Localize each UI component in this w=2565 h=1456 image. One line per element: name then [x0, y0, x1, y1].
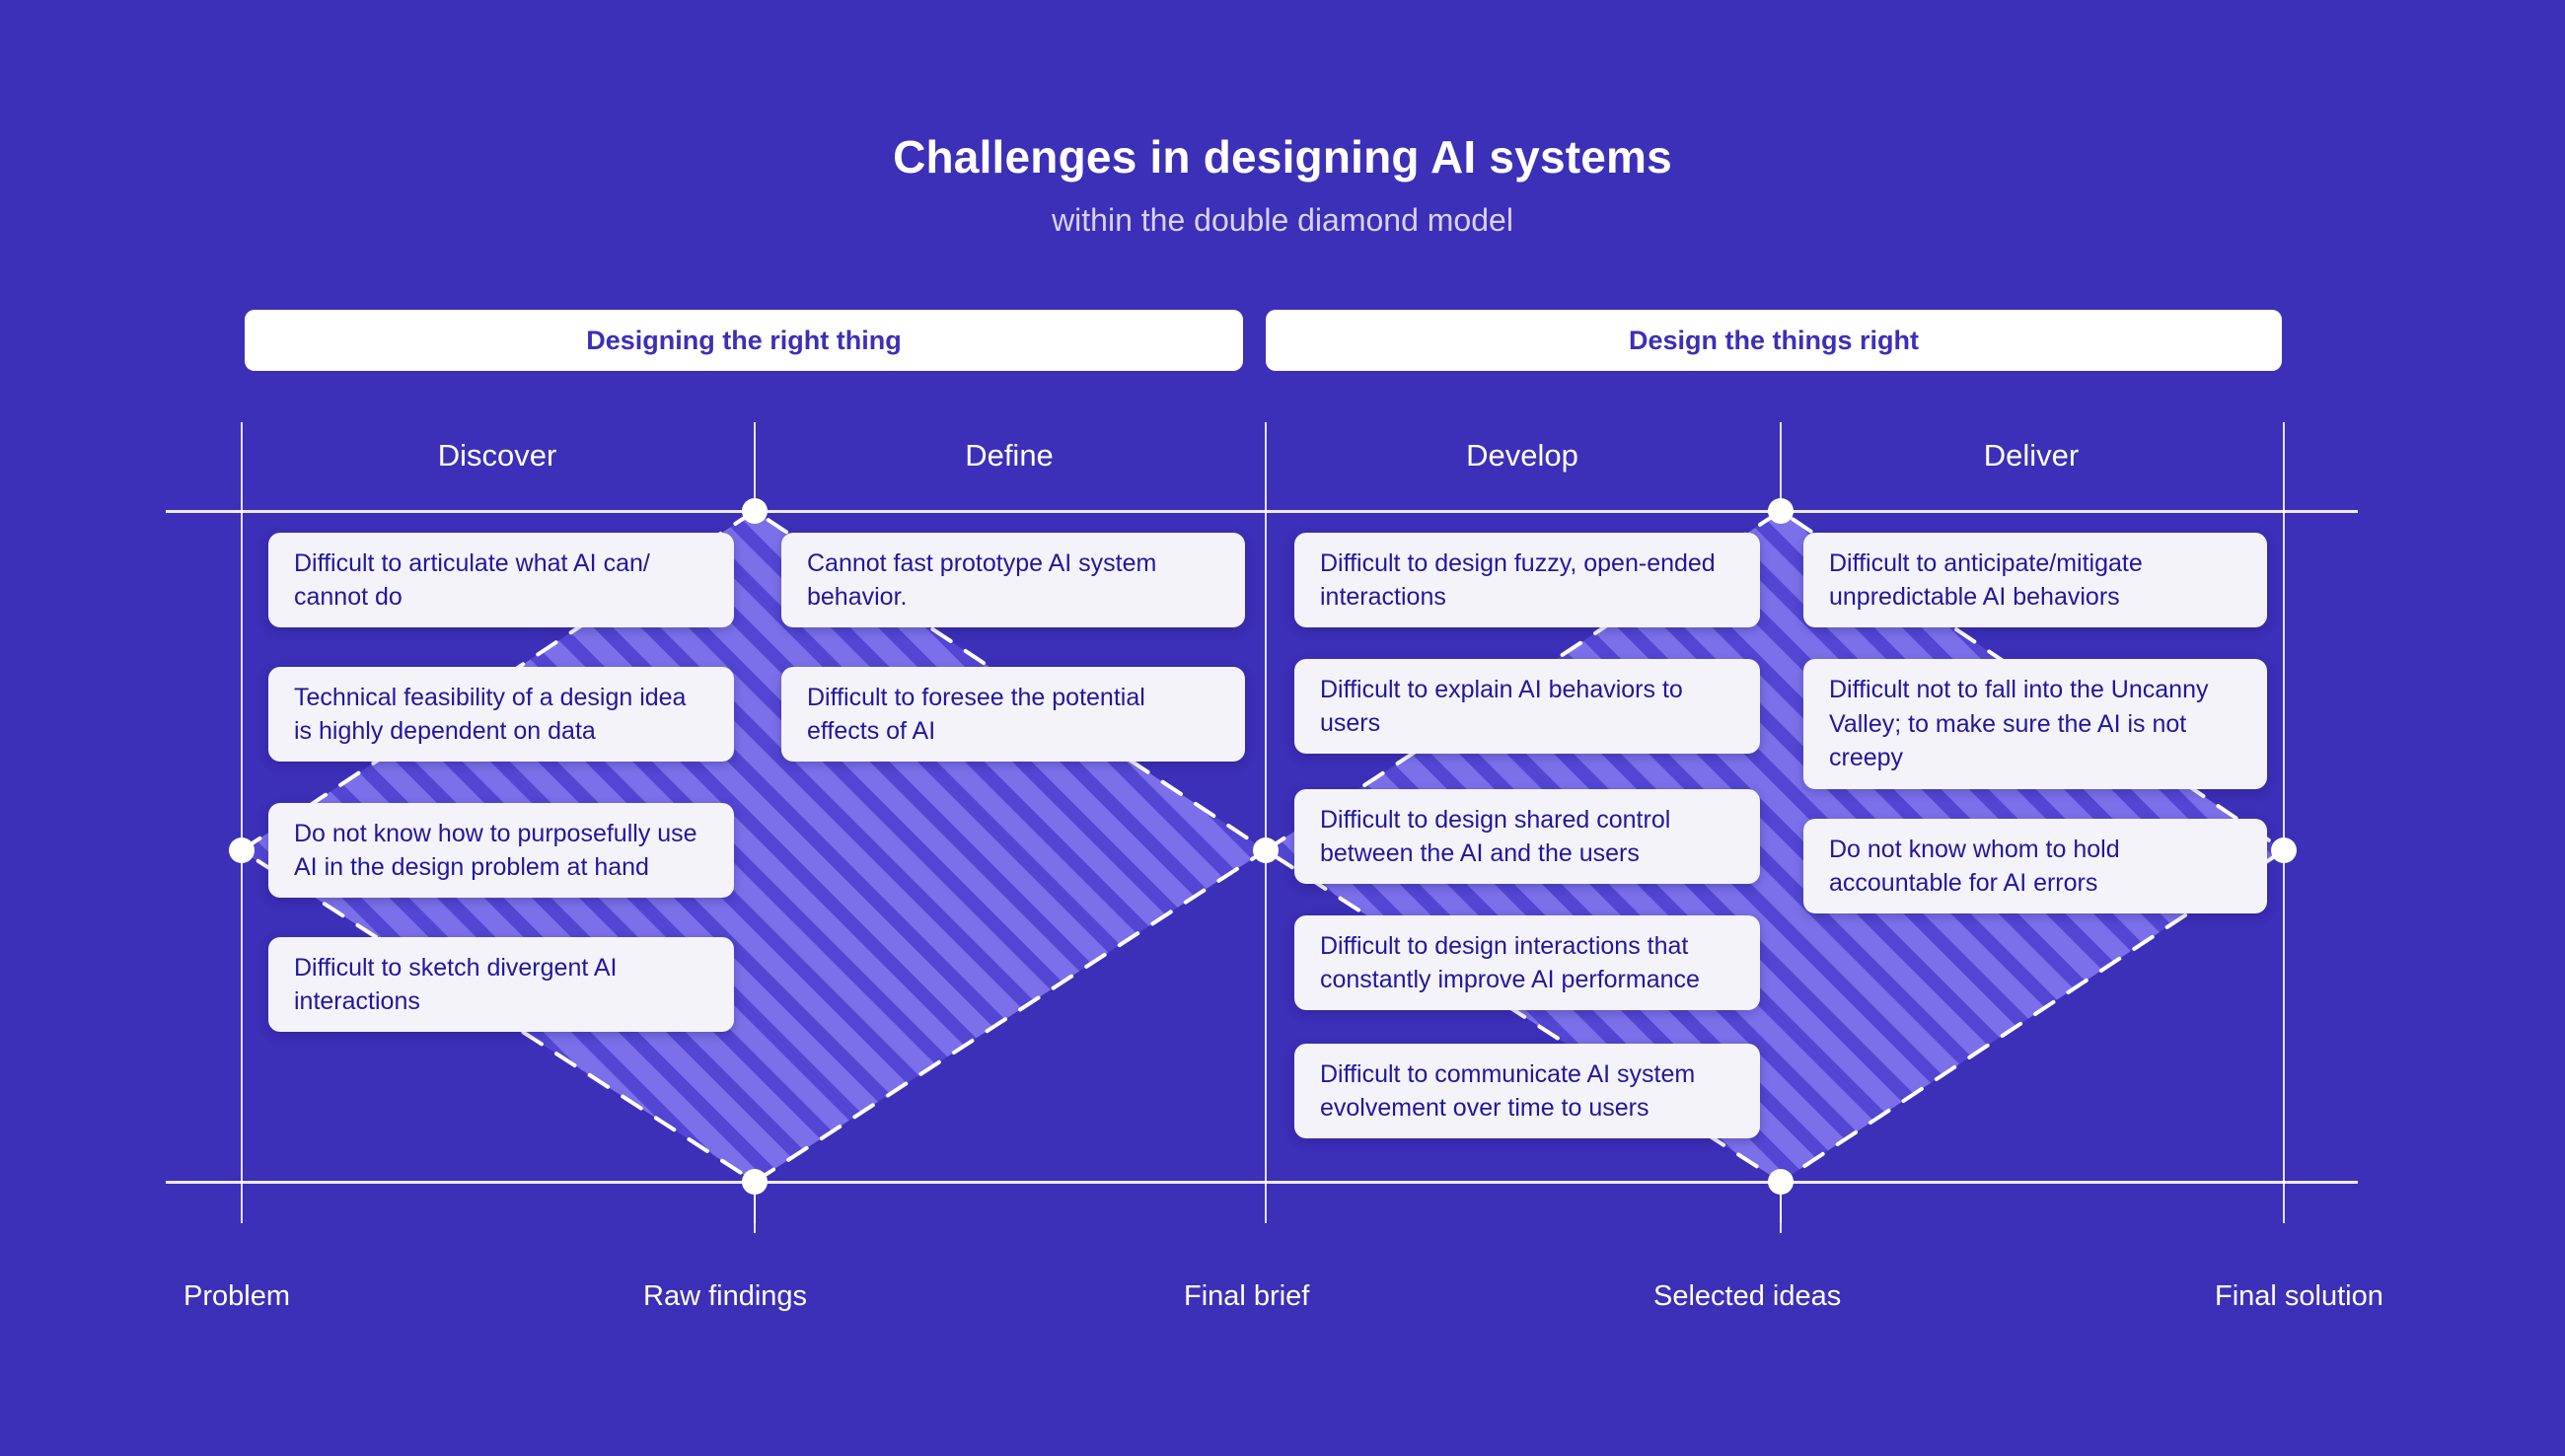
- card-define-1[interactable]: Cannot fast prototype AI system behavior…: [781, 533, 1245, 627]
- card-develop-4[interactable]: Difficult to design interactions that co…: [1294, 915, 1760, 1010]
- card-define-2-text: Difficult to foresee the potential effec…: [807, 683, 1145, 746]
- page-title: Challenges in designing AI systems: [893, 131, 1672, 182]
- card-discover-2-text: Technical feasibility of a design idea i…: [294, 683, 687, 746]
- phase-label-define: Define: [754, 438, 1265, 473]
- pill-left-label: Designing the right thing: [586, 325, 902, 355]
- card-deliver-3-text: Do not know whom to hold accountable for…: [1829, 835, 2120, 898]
- node-problem: [229, 837, 255, 863]
- pill-designing-the-right-thing[interactable]: Designing the right thing: [245, 310, 1243, 371]
- node-raw-findings-top: [742, 498, 768, 524]
- card-develop-3-text: Difficult to design shared control betwe…: [1320, 805, 1671, 868]
- card-discover-3[interactable]: Do not know how to purposefully use AI i…: [268, 803, 734, 898]
- node-selected-ideas-bottom: [1768, 1169, 1794, 1195]
- phase-develop-text: Develop: [1466, 438, 1578, 473]
- node-selected-ideas-top: [1768, 498, 1794, 524]
- card-develop-1-text: Difficult to design fuzzy, open-ended in…: [1320, 548, 1716, 612]
- card-develop-4-text: Difficult to design interactions that co…: [1320, 931, 1700, 994]
- card-discover-4-text: Difficult to sketch divergent AI interac…: [294, 953, 618, 1016]
- axis-label-selected-ideas-text: Selected ideas: [1653, 1280, 1842, 1312]
- phase-define-text: Define: [965, 438, 1054, 473]
- axis-label-raw-findings: Raw findings: [643, 1280, 807, 1313]
- node-final-brief: [1253, 837, 1279, 863]
- axis-label-final-brief-text: Final brief: [1184, 1280, 1310, 1312]
- card-discover-4[interactable]: Difficult to sketch divergent AI interac…: [268, 937, 734, 1032]
- card-deliver-2-text: Difficult not to fall into the Uncanny V…: [1829, 676, 2209, 772]
- card-develop-5[interactable]: Difficult to communicate AI system evolv…: [1294, 1044, 1760, 1138]
- card-develop-2-text: Difficult to explain AI behaviors to use…: [1320, 675, 1683, 738]
- card-develop-2[interactable]: Difficult to explain AI behaviors to use…: [1294, 659, 1760, 754]
- page-subtitle: within the double diamond model: [1052, 202, 1513, 238]
- pill-design-the-things-right[interactable]: Design the things right: [1266, 310, 2282, 371]
- phase-label-discover: Discover: [241, 438, 754, 473]
- card-deliver-3[interactable]: Do not know whom to hold accountable for…: [1803, 819, 2267, 913]
- axis-label-final-brief: Final brief: [1184, 1280, 1309, 1313]
- card-deliver-2[interactable]: Difficult not to fall into the Uncanny V…: [1803, 659, 2267, 789]
- card-discover-1-text: Difficult to articulate what AI can/ can…: [294, 548, 650, 612]
- card-develop-3[interactable]: Difficult to design shared control betwe…: [1294, 789, 1760, 884]
- axis-label-problem-text: Problem: [183, 1280, 290, 1312]
- card-discover-3-text: Do not know how to purposefully use AI i…: [294, 819, 697, 882]
- card-discover-1[interactable]: Difficult to articulate what AI can/ can…: [268, 533, 734, 627]
- axis-label-problem: Problem: [183, 1280, 290, 1313]
- phase-discover-text: Discover: [437, 438, 557, 473]
- card-define-1-text: Cannot fast prototype AI system behavior…: [807, 548, 1157, 612]
- card-deliver-1-text: Difficult to anticipate/mitigate unpredi…: [1829, 548, 2143, 612]
- card-discover-2[interactable]: Technical feasibility of a design idea i…: [268, 667, 734, 762]
- phase-label-deliver: Deliver: [1780, 438, 2283, 473]
- node-final-solution: [2271, 837, 2297, 863]
- card-develop-1[interactable]: Difficult to design fuzzy, open-ended in…: [1294, 533, 1760, 627]
- diagram-canvas: Challenges in designing AI systems withi…: [0, 0, 2565, 1456]
- node-raw-findings-bottom: [742, 1169, 768, 1195]
- axis-label-selected-ideas: Selected ideas: [1653, 1280, 1841, 1313]
- axis-label-final-solution-text: Final solution: [2215, 1280, 2383, 1312]
- phase-label-develop: Develop: [1265, 438, 1780, 473]
- axis-label-final-solution: Final solution: [2215, 1280, 2383, 1313]
- phase-deliver-text: Deliver: [1983, 438, 2080, 473]
- axis-label-raw-findings-text: Raw findings: [643, 1280, 808, 1312]
- card-define-2[interactable]: Difficult to foresee the potential effec…: [781, 667, 1245, 762]
- card-develop-5-text: Difficult to communicate AI system evolv…: [1320, 1059, 1696, 1123]
- pill-right-label: Design the things right: [1629, 325, 1919, 355]
- card-deliver-1[interactable]: Difficult to anticipate/mitigate unpredi…: [1803, 533, 2267, 627]
